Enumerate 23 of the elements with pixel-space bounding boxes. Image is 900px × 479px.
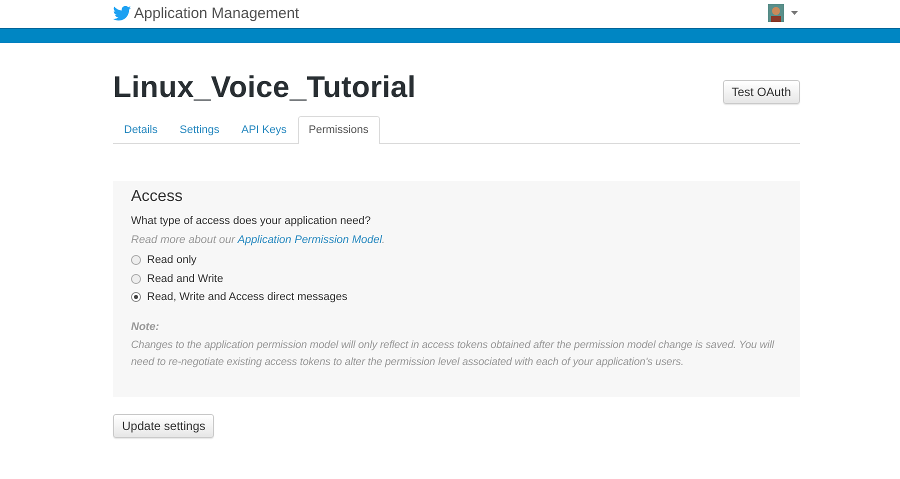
header-title: Application Management xyxy=(134,4,300,22)
caret-icon[interactable] xyxy=(791,11,798,15)
test-oauth-button[interactable]: Test OAuth xyxy=(722,80,800,104)
option-label[interactable]: Read, Write and Access direct messages xyxy=(147,291,348,304)
option-label[interactable]: Read and Write xyxy=(147,272,224,285)
hint-text: Read more about our Application Permission Model. xyxy=(131,234,386,246)
note-text: Changes to the application permission model will only reflect in access tokens obtained after the permission model change is saved. You will need to re-negotiate existing access tokens to alter the permission level associated with each of your application's users. xyxy=(131,338,776,370)
note-title: Note: xyxy=(131,320,160,332)
bird-icon xyxy=(113,6,131,20)
radio-button[interactable] xyxy=(131,292,141,302)
radio-button[interactable] xyxy=(131,274,141,284)
tab[interactable]: Permissions xyxy=(298,116,380,144)
tab[interactable]: API Keys xyxy=(230,116,298,144)
permission-model-link[interactable]: Application Permission Model xyxy=(238,234,382,246)
question-text: What type of access does your application need? xyxy=(131,215,372,227)
tab[interactable]: Details xyxy=(113,116,169,144)
tab[interactable]: Settings xyxy=(168,116,230,144)
section-heading: Access xyxy=(131,188,184,206)
update-settings-button[interactable]: Update settings xyxy=(113,414,214,438)
option-label[interactable]: Read only xyxy=(147,254,197,266)
app-name: Linux_Voice_Tutorial xyxy=(113,71,416,105)
avatar-icon[interactable] xyxy=(768,4,784,22)
radio-button[interactable] xyxy=(131,255,141,266)
